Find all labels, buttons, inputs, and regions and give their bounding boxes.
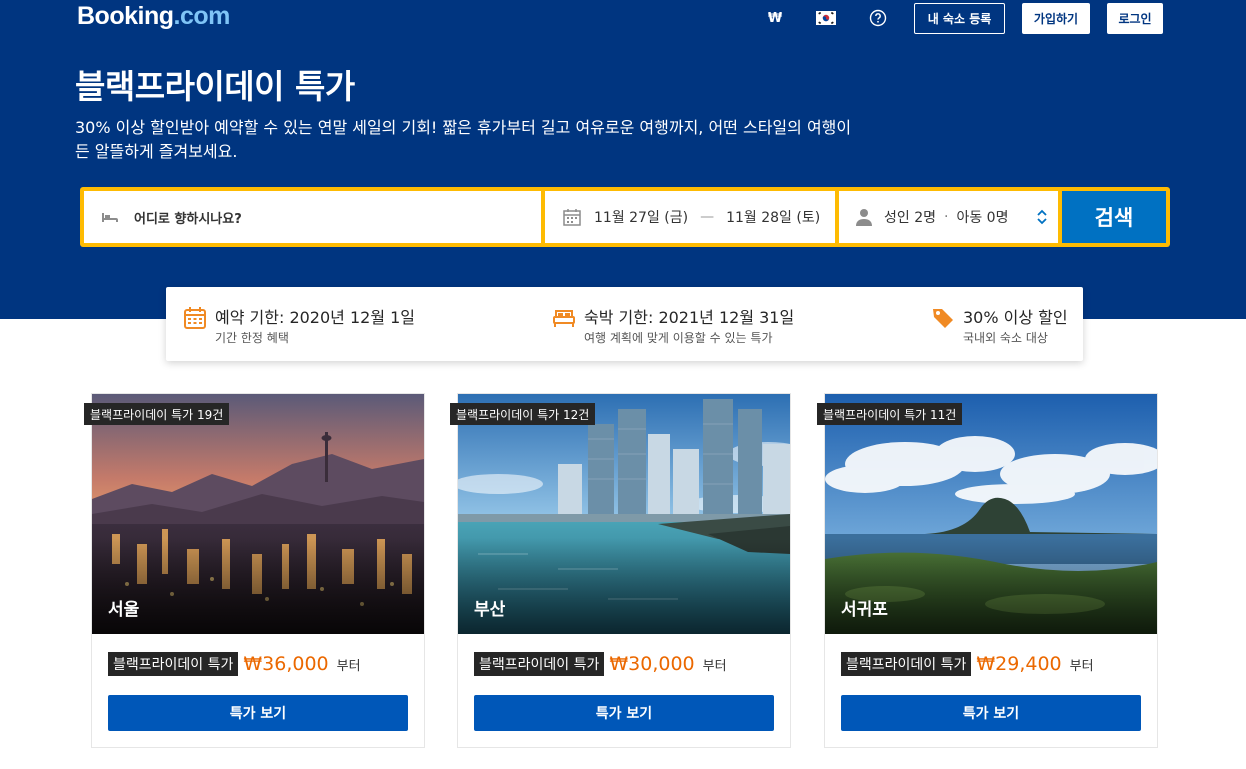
date-separator: — <box>700 209 715 225</box>
deal-price-row: 블랙프라이데이 특가 ₩36,000 부터 <box>108 652 361 676</box>
deal-price: ₩36,000 <box>243 653 329 675</box>
destination-input[interactable]: 어디로 향하시나요? <box>84 191 541 243</box>
city-photo[interactable] <box>458 394 790 634</box>
deal-price: ₩30,000 <box>609 653 695 675</box>
tag-icon <box>933 309 953 328</box>
deal-card-busan[interactable]: 블랙프라이데이 특가 12건 부산 블랙프라이데이 특가 ₩30,000 부터 … <box>450 393 791 748</box>
deal-price-row: 블랙프라이데이 특가 ₩29,400 부터 <box>841 652 1094 676</box>
deal-card-seogwipo[interactable]: 블랙프라이데이 특가 11건 서귀포 블랙프라이데이 특가 ₩29,400 부터… <box>817 393 1158 748</box>
signup-button[interactable]: 가입하기 <box>1022 3 1090 34</box>
city-name: 부산 <box>474 600 506 620</box>
deal-count-badge: 블랙프라이데이 특가 19건 <box>84 403 230 425</box>
language-flag-icon[interactable] <box>816 8 836 28</box>
deal-count-badge: 블랙프라이데이 특가 11건 <box>817 403 963 425</box>
currency-selector[interactable]: ₩ <box>764 8 786 28</box>
checkin-date: 11월 27일 (금) <box>594 210 689 226</box>
view-deals-button[interactable]: 특가 보기 <box>108 695 408 731</box>
deal-label: 블랙프라이데이 특가 <box>108 652 239 676</box>
deal-price: ₩29,400 <box>976 653 1062 675</box>
deal-count-badge: 블랙프라이데이 특가 12건 <box>450 403 596 425</box>
page-subtitle: 30% 이상 할인받아 예약할 수 있는 연말 세일의 기회! 짧은 휴가부터 … <box>75 118 852 161</box>
guests-selector[interactable]: 성인 2명 · 아동 0명 <box>839 191 1058 243</box>
price-from-label: 부터 <box>702 658 727 674</box>
deal-card-seoul[interactable]: 블랙프라이데이 특가 19건 서울 블랙프라이데이 특가 ₩36,000 부터 … <box>84 393 425 748</box>
calendar-icon <box>184 307 206 329</box>
city-photo[interactable] <box>92 394 424 634</box>
search-button[interactable]: 검색 <box>1062 191 1166 243</box>
deal-price-row: 블랙프라이데이 특가 ₩30,000 부터 <box>474 652 727 676</box>
bed-icon <box>102 213 118 222</box>
info-sub-text: 국내외 숙소 대상 <box>963 331 1048 345</box>
info-main-text: 30% 이상 할인 <box>963 308 1068 327</box>
search-bar: 어디로 향하시나요? 11월 27일 (금) — 11월 28일 (토) 성인 … <box>80 187 1170 247</box>
login-button[interactable]: 로그인 <box>1107 3 1163 34</box>
list-property-button[interactable]: 내 숙소 등록 <box>914 3 1005 34</box>
bed-icon <box>553 310 575 327</box>
view-deals-button[interactable]: 특가 보기 <box>841 695 1141 731</box>
page-title: 블랙프라이데이 특가 <box>75 67 355 106</box>
help-icon[interactable] <box>867 8 889 28</box>
price-from-label: 부터 <box>336 658 361 674</box>
info-main-text: 예약 기한: 2020년 12월 1일 <box>215 308 416 327</box>
booking-logo[interactable]: Booking.com <box>77 2 230 31</box>
info-sub-text: 기간 한정 혜택 <box>215 331 289 345</box>
deal-label: 블랙프라이데이 특가 <box>841 652 972 676</box>
deal-info-panel: 예약 기한: 2020년 12월 1일 기간 한정 혜택 숙박 기한: 2021… <box>166 287 1083 361</box>
price-from-label: 부터 <box>1069 658 1094 674</box>
calendar-icon <box>563 209 581 226</box>
person-icon <box>856 209 872 226</box>
chevron-updown-icon <box>1037 209 1047 225</box>
info-main-text: 숙박 기한: 2021년 12월 31일 <box>584 308 795 327</box>
deal-label: 블랙프라이데이 특가 <box>474 652 605 676</box>
info-sub-text: 여행 계획에 맞게 이용할 수 있는 특가 <box>584 331 773 345</box>
city-name: 서귀포 <box>841 600 888 620</box>
guests-separator: · <box>944 209 949 225</box>
checkout-date: 11월 28일 (토) <box>726 210 821 226</box>
adults-count: 성인 2명 <box>884 210 936 226</box>
destination-placeholder: 어디로 향하시나요? <box>134 211 242 227</box>
city-name: 서울 <box>108 600 140 620</box>
date-picker[interactable]: 11월 27일 (금) — 11월 28일 (토) <box>545 191 835 243</box>
children-count: 아동 0명 <box>956 210 1009 226</box>
view-deals-button[interactable]: 특가 보기 <box>474 695 774 731</box>
